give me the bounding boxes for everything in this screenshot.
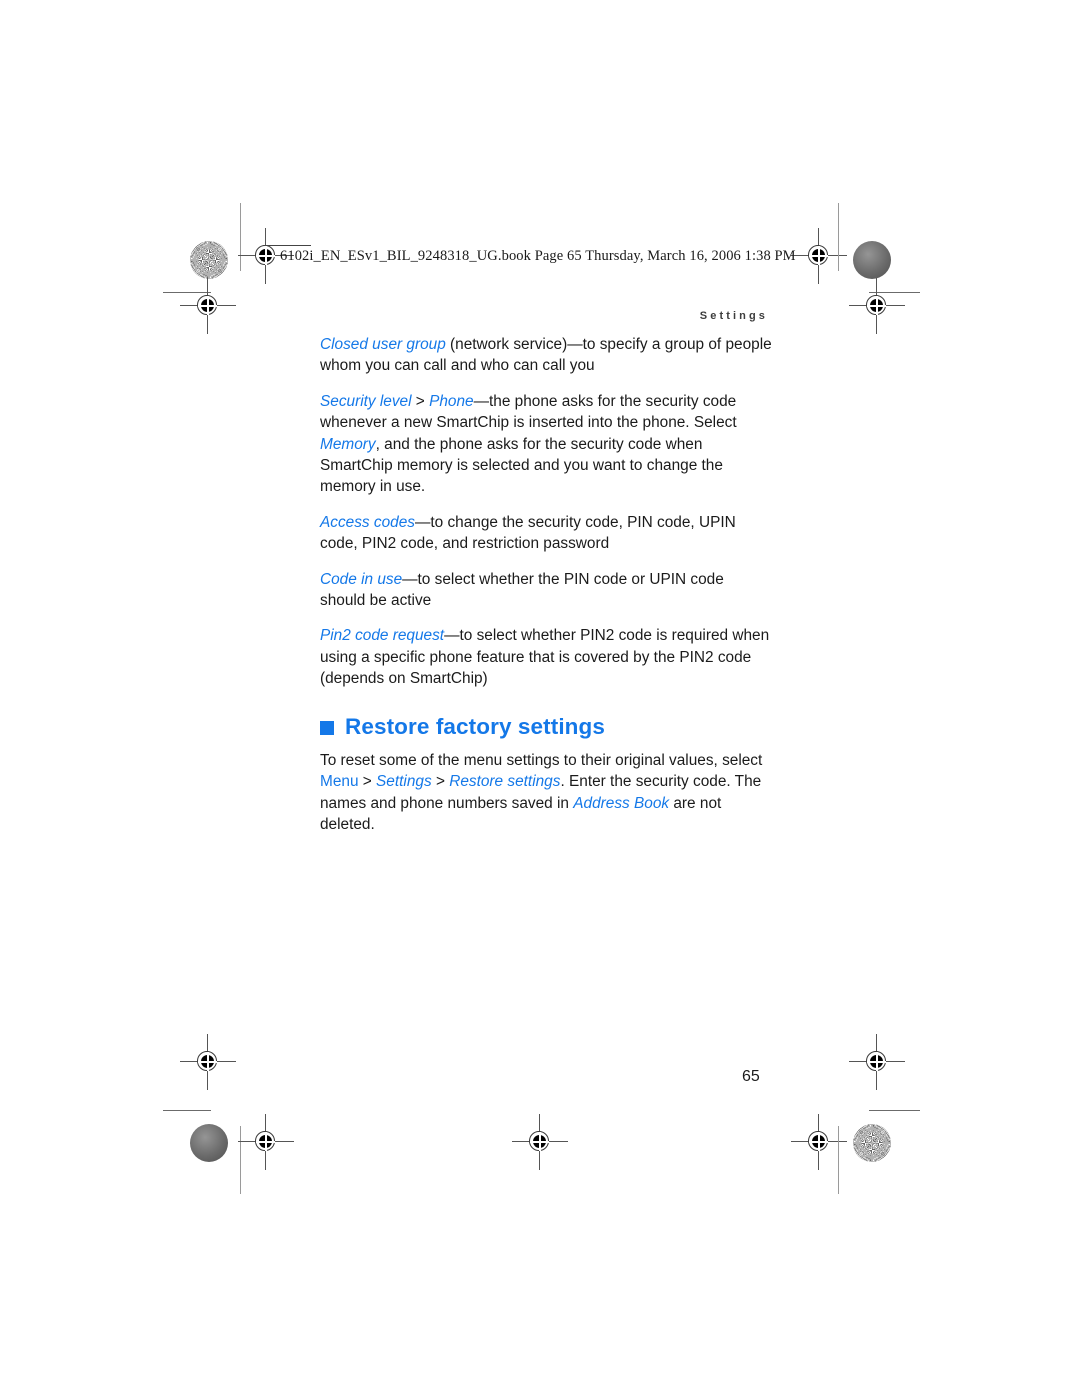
crop-rule-vertical-top-right <box>838 203 839 271</box>
registration-target-bottom-center <box>512 1114 568 1170</box>
inline-ui-term: Settings <box>376 773 432 791</box>
registration-target-left-margin-bottom <box>180 1034 236 1090</box>
inline-ui-term: Address Book <box>573 794 670 812</box>
square-bullet-icon <box>320 720 334 735</box>
paragraph-code-in-use: Code in use—to select whether the PIN co… <box>320 570 724 610</box>
starburst-registration-mark-top-left <box>190 241 228 279</box>
inline-ui-term: Security level <box>320 392 412 410</box>
inline-ui-term: Restore settings <box>449 773 561 791</box>
registration-target-bottom-left-lower <box>238 1114 294 1170</box>
grey-disc-registration-mark-bottom-left <box>190 1124 228 1162</box>
body-text-column: Closed user group (network service)—to s… <box>320 334 772 835</box>
paragraph-pin2-code-request: Pin2 code request—to select whether PIN2… <box>320 627 770 688</box>
page-number: 65 <box>742 1068 760 1085</box>
document-page: 6102i_EN_ESv1_BIL_9248318_UG.book Page 6… <box>0 0 1080 1397</box>
paragraph-restore-intro: To reset some of the menu settings to th… <box>320 751 763 833</box>
running-head-settings: Settings <box>699 310 768 322</box>
grey-disc-registration-mark-top-right <box>853 241 891 279</box>
paragraph-closed-user-group: Closed user group (network service)—to s… <box>320 336 772 375</box>
crop-rule-vertical-top-left <box>240 203 241 271</box>
crop-rule-vertical-bottom-left <box>240 1126 241 1194</box>
crop-rule-horizontal-bottom-right <box>869 1110 920 1111</box>
paragraph-security-level: Security level > Phone—the phone asks fo… <box>320 392 737 496</box>
crop-rule-vertical-bottom-right <box>838 1126 839 1194</box>
inline-ui-term: Phone <box>429 392 474 410</box>
registration-target-bottom-right-lower <box>791 1114 847 1170</box>
registration-target-left-margin-top <box>180 278 236 334</box>
inline-ui-term: Memory <box>320 435 376 453</box>
registration-target-top-right-upper <box>791 228 847 284</box>
starburst-registration-mark-bottom-right <box>853 1124 891 1162</box>
book-file-header: 6102i_EN_ESv1_BIL_9248318_UG.book Page 6… <box>280 248 796 264</box>
section-heading-restore-factory-settings: Restore factory settings <box>320 714 772 740</box>
registration-target-right-margin-bottom <box>849 1034 905 1090</box>
inline-ui-term: Pin2 code request <box>320 627 445 645</box>
crop-rule-horizontal-bottom-left <box>163 1110 211 1111</box>
header-rule <box>263 245 311 246</box>
section-heading-label: Restore factory settings <box>345 713 605 739</box>
registration-target-right-margin-top <box>849 278 905 334</box>
inline-ui-term: Access codes <box>320 513 415 531</box>
inline-ui-term: Code in use <box>320 570 403 588</box>
paragraph-access-codes: Access codes—to change the security code… <box>320 513 736 553</box>
inline-ui-term: Closed user group <box>320 336 446 353</box>
inline-ui-term: Menu <box>320 773 359 791</box>
